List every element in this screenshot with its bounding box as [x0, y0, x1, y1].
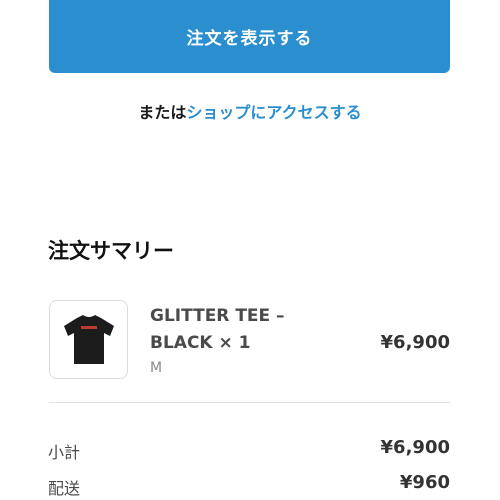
product-variant: M	[150, 360, 163, 376]
summary-divider	[49, 402, 450, 403]
subtotal-value: ¥6,900	[380, 437, 450, 458]
black-tshirt-icon	[64, 315, 114, 364]
product-price: ¥6,900	[380, 332, 450, 353]
shipping-value: ¥960	[399, 472, 450, 493]
subtotal-label: 小計	[48, 443, 81, 462]
order-confirmation-page: 注文を表示する またはショップにアクセスする 注文サマリー GLITTER TE…	[0, 0, 500, 500]
product-name: GLITTER TEE – BLACK × 1	[150, 306, 285, 353]
order-summary-title: 注文サマリー	[48, 239, 174, 263]
product-thumbnail	[49, 300, 128, 379]
shipping-label: 配送	[48, 479, 81, 498]
shop-prompt: またはショップにアクセスする	[0, 99, 500, 123]
visit-shop-link[interactable]: ショップにアクセスする	[186, 103, 361, 122]
or-text: または	[138, 103, 187, 122]
view-order-button[interactable]: 注文を表示する	[49, 0, 450, 73]
